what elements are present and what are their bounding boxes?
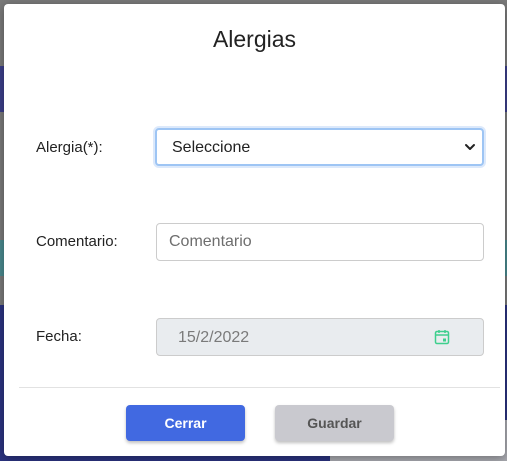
close-button[interactable]: Cerrar xyxy=(126,405,245,441)
date-label: Fecha: xyxy=(36,328,82,345)
save-button[interactable]: Guardar xyxy=(275,405,394,441)
date-field[interactable]: 15/2/2022 xyxy=(156,318,484,356)
chevron-down-icon xyxy=(465,144,475,150)
allergy-select-value: Seleccione xyxy=(172,139,251,156)
comment-label: Comentario: xyxy=(36,233,118,250)
comment-input[interactable] xyxy=(156,223,484,261)
allergies-modal: Alergias Alergia(*): Seleccione Comentar… xyxy=(4,4,505,456)
allergy-label: Alergia(*): xyxy=(36,139,103,156)
calendar-icon[interactable] xyxy=(434,329,450,345)
date-value: 15/2/2022 xyxy=(178,329,250,346)
modal-title: Alergias xyxy=(212,26,297,52)
allergy-select[interactable]: Seleccione xyxy=(155,128,484,166)
footer-divider xyxy=(19,387,500,388)
